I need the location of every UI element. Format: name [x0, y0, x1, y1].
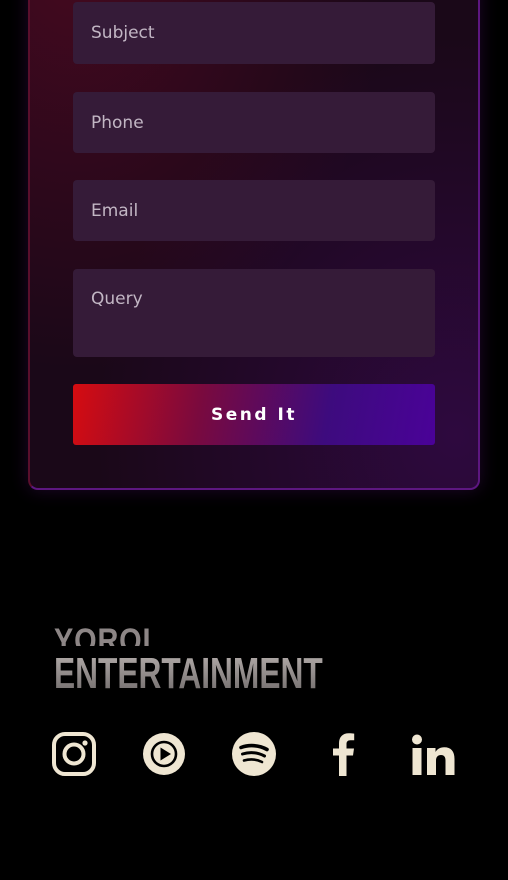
spotify-icon[interactable] [231, 731, 277, 777]
email-field[interactable] [73, 180, 435, 241]
phone-field[interactable] [73, 92, 435, 153]
instagram-icon[interactable] [51, 731, 97, 777]
query-field[interactable] [73, 269, 435, 357]
youtube-music-icon[interactable] [141, 731, 187, 777]
company-logo[interactable]: YOROI ENTERTAINMENT [54, 628, 334, 694]
linkedin-icon[interactable] [410, 731, 456, 777]
logo-top-text: YOROI [54, 628, 151, 646]
subject-field[interactable] [73, 2, 435, 64]
facebook-icon[interactable] [321, 731, 367, 777]
logo-main-text: ENTERTAINMENT [54, 649, 323, 695]
send-button[interactable]: Send It [73, 384, 435, 445]
